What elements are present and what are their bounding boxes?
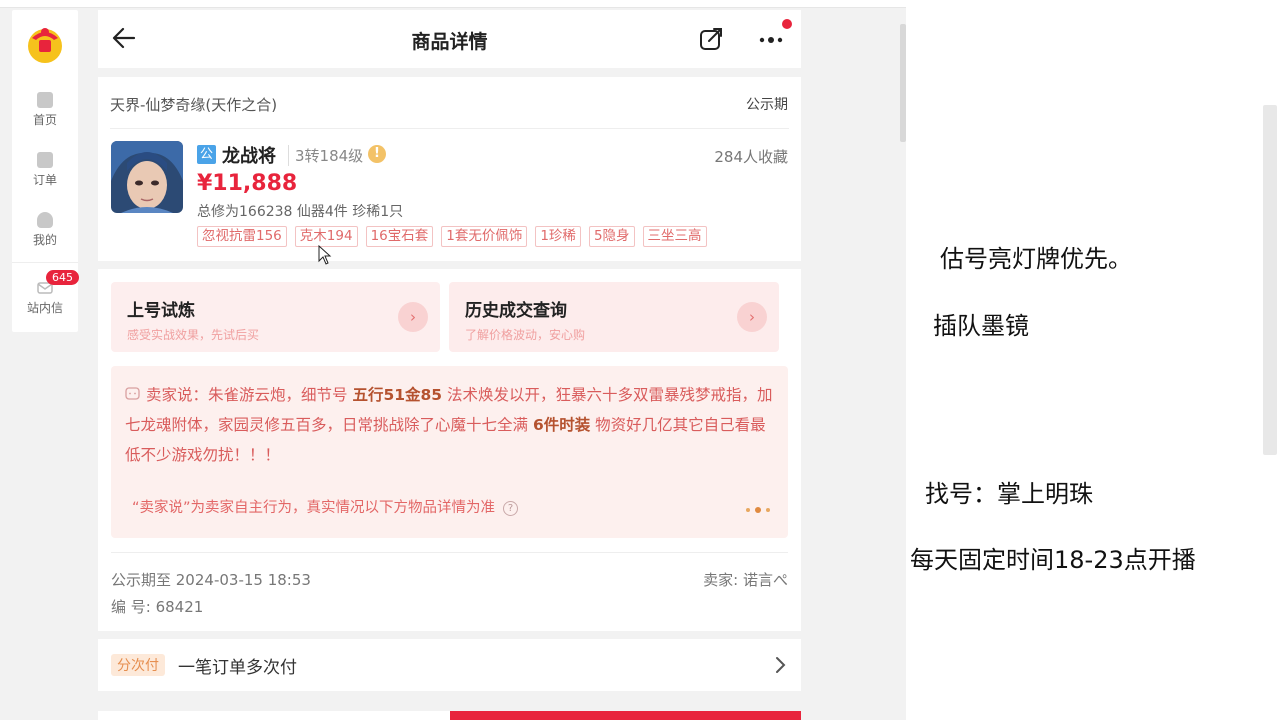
entry-subtitle: 感受实战效果，先试后买 <box>127 328 260 342</box>
attribute-tag: 1套无价佩饰 <box>441 226 528 247</box>
notification-dot <box>782 19 792 29</box>
server-name: 天界-仙梦奇缘(天作之合) <box>110 96 278 114</box>
product-card: 天界-仙梦奇缘(天作之合) 公示期 公 龙战将 3转184级 ! 284人收藏 … <box>98 77 801 261</box>
seller-disclaimer: “卖家说”为卖家自主行为，真实情况以下方物品详情为准? <box>132 496 519 517</box>
trial-entry[interactable]: 上号试炼 感受实战效果，先试后买 › <box>111 282 440 352</box>
page-header: 商品详情 <box>98 10 801 68</box>
chevron-right-icon <box>776 657 786 673</box>
serial-number: 编 号: 68421 <box>111 598 204 616</box>
history-query-entry[interactable]: 历史成交查询 了解价格波动，安心购 › <box>449 282 779 352</box>
nav-item-orders[interactable]: 订单 <box>12 152 78 188</box>
expand-dots-icon[interactable] <box>744 506 772 514</box>
stats-summary: 总修为166238 仙器4件 珍稀1只 <box>197 204 404 220</box>
nav-item-home[interactable]: 首页 <box>12 92 78 128</box>
installment-tag: 分次付 <box>111 654 165 676</box>
nav-label: 站内信 <box>26 301 63 315</box>
period-label: 公示期 <box>746 97 788 113</box>
publish-time: 公示期至 2024-03-15 18:53 <box>111 571 311 589</box>
attribute-tag: 5隐身 <box>588 226 635 247</box>
installment-text: 一笔订单多次付 <box>178 658 297 678</box>
nav-label: 我的 <box>32 233 57 247</box>
home-icon <box>37 92 53 108</box>
character-avatar[interactable] <box>111 141 183 213</box>
mouse-cursor-icon <box>318 245 332 265</box>
attribute-tag: 忽视抗雷156 <box>197 226 287 247</box>
chevron-right-icon: › <box>737 302 767 332</box>
nav-label: 订单 <box>32 173 57 187</box>
buy-button[interactable] <box>450 711 801 720</box>
seller-says-highlight: 五行51金85 <box>352 386 443 404</box>
nav-item-mine[interactable]: 我的 <box>12 212 78 248</box>
seller-says-highlight: 6件时装 <box>532 416 591 434</box>
detail-card: 上号试炼 感受实战效果，先试后买 › 历史成交查询 了解价格波动，安心购 › 卖… <box>98 269 801 631</box>
stream-notes-panel <box>906 0 1280 720</box>
official-badge-icon: 公 <box>197 145 216 164</box>
note-text: 找号：掌上明珠 <box>925 480 1093 508</box>
entry-title: 上号试炼 <box>127 301 195 321</box>
seller-says-text: 卖家说：朱雀游云炮，细节号 五行51金85 法术焕发以开，狂暴六十多双雷暴残梦戒… <box>125 380 779 470</box>
seller-says-prefix: 卖家说：朱雀游云炮，细节号 <box>146 386 353 404</box>
character-name: 龙战将 <box>222 146 276 167</box>
favorites-count: 284人收藏 <box>714 148 788 166</box>
attribute-tag: 16宝石套 <box>365 226 434 247</box>
installment-payment-row[interactable]: 分次付 一笔订单多次付 <box>98 639 801 691</box>
app-logo-icon[interactable] <box>24 22 66 64</box>
left-nav: 首页 订单 我的 645 站内信 <box>12 10 79 332</box>
note-text: 估号亮灯牌优先。 <box>940 245 1132 273</box>
entry-subtitle: 了解价格波动，安心购 <box>465 328 586 342</box>
chevron-right-icon: › <box>398 302 428 332</box>
nav-item-messages[interactable]: 645 站内信 <box>12 270 79 316</box>
divider <box>110 128 789 129</box>
disclaimer-text: “卖家说”为卖家自主行为，真实情况以下方物品详情为准 <box>132 500 496 516</box>
divider <box>111 552 788 553</box>
scrollbar-thumb[interactable] <box>1263 105 1277 455</box>
note-text: 每天固定时间18-23点开播 <box>910 546 1196 574</box>
warning-icon[interactable]: ! <box>368 145 386 163</box>
chat-bubble-icon <box>125 387 140 400</box>
more-dots-icon[interactable] <box>756 26 786 52</box>
attribute-tag: 1珍稀 <box>535 226 581 247</box>
nav-divider <box>12 262 78 263</box>
order-icon <box>37 152 53 168</box>
help-icon[interactable]: ? <box>503 500 519 516</box>
share-icon[interactable] <box>698 26 724 52</box>
nav-label: 首页 <box>32 113 57 127</box>
seller-says-box: 卖家说：朱雀游云炮，细节号 五行51金85 法术焕发以开，狂暴六十多双雷暴残梦戒… <box>111 366 788 538</box>
window-top-strip <box>0 0 906 8</box>
message-count-badge: 645 <box>46 270 79 285</box>
user-icon <box>37 212 53 228</box>
note-text: 插队墨镜 <box>933 312 1029 340</box>
page-title: 商品详情 <box>411 31 488 53</box>
attribute-tags: 忽视抗雷156 克木194 16宝石套 1套无价佩饰 1珍稀 5隐身 三坐三高 <box>197 226 707 247</box>
price: ¥11,888 <box>197 171 298 196</box>
attribute-tag: 克木194 <box>294 226 358 247</box>
seller-name[interactable]: 卖家: 诺言ぺ <box>703 569 788 590</box>
attribute-tag: 三坐三高 <box>642 226 707 247</box>
entry-title: 历史成交查询 <box>465 301 567 321</box>
character-level: 3转184级 <box>288 145 363 166</box>
